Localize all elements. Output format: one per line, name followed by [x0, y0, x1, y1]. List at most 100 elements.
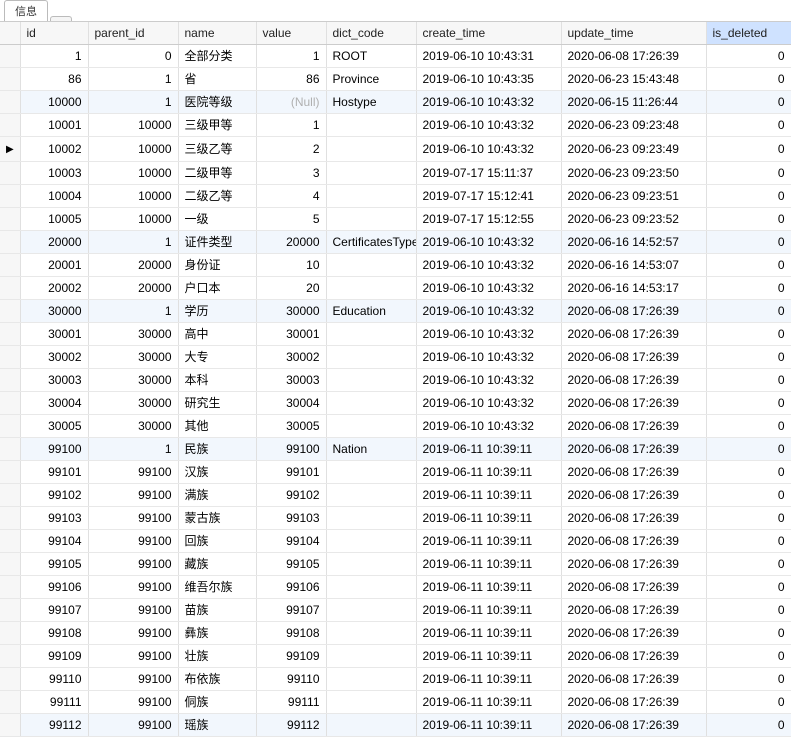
cell-name[interactable]: 布依族: [178, 668, 256, 691]
cell-value[interactable]: 2: [256, 137, 326, 162]
table-row[interactable]: 9910499100回族991042019-06-11 10:39:112020…: [0, 530, 791, 553]
cell-id[interactable]: 10001: [20, 114, 88, 137]
cell-is-deleted[interactable]: 0: [706, 461, 791, 484]
table-row[interactable]: 991001民族99100Nation2019-06-11 10:39:1120…: [0, 438, 791, 461]
cell-is-deleted[interactable]: 0: [706, 668, 791, 691]
cell-name[interactable]: 满族: [178, 484, 256, 507]
cell-update-time[interactable]: 2020-06-08 17:26:39: [561, 45, 706, 68]
cell-parent-id[interactable]: 10000: [88, 185, 178, 208]
cell-parent-id[interactable]: 1: [88, 438, 178, 461]
cell-is-deleted[interactable]: 0: [706, 438, 791, 461]
cell-update-time[interactable]: 2020-06-08 17:26:39: [561, 645, 706, 668]
cell-create-time[interactable]: 2019-06-10 10:43:32: [416, 231, 561, 254]
row-gutter[interactable]: [0, 277, 20, 300]
cell-parent-id[interactable]: 99100: [88, 576, 178, 599]
cell-dict-code[interactable]: [326, 208, 416, 231]
table-row[interactable]: 2000220000户口本202019-06-10 10:43:322020-0…: [0, 277, 791, 300]
cell-name[interactable]: 身份证: [178, 254, 256, 277]
row-gutter[interactable]: [0, 553, 20, 576]
cell-update-time[interactable]: 2020-06-08 17:26:39: [561, 668, 706, 691]
cell-parent-id[interactable]: 99100: [88, 530, 178, 553]
row-gutter[interactable]: [0, 300, 20, 323]
row-gutter[interactable]: [0, 254, 20, 277]
cell-parent-id[interactable]: 99100: [88, 553, 178, 576]
cell-update-time[interactable]: 2020-06-23 09:23:52: [561, 208, 706, 231]
row-gutter[interactable]: [0, 231, 20, 254]
cell-update-time[interactable]: 2020-06-08 17:26:39: [561, 300, 706, 323]
cell-is-deleted[interactable]: 0: [706, 553, 791, 576]
cell-parent-id[interactable]: 99100: [88, 484, 178, 507]
cell-value[interactable]: 99103: [256, 507, 326, 530]
cell-create-time[interactable]: 2019-06-11 10:39:11: [416, 461, 561, 484]
cell-name[interactable]: 大专: [178, 346, 256, 369]
cell-update-time[interactable]: 2020-06-23 09:23:48: [561, 114, 706, 137]
cell-value[interactable]: 30001: [256, 323, 326, 346]
cell-id[interactable]: 10004: [20, 185, 88, 208]
cell-id[interactable]: 20001: [20, 254, 88, 277]
cell-dict-code[interactable]: [326, 114, 416, 137]
cell-value[interactable]: 30000: [256, 300, 326, 323]
row-gutter[interactable]: [0, 484, 20, 507]
cell-is-deleted[interactable]: 0: [706, 323, 791, 346]
table-row[interactable]: 9910799100苗族991072019-06-11 10:39:112020…: [0, 599, 791, 622]
col-header-id[interactable]: id: [20, 22, 88, 45]
cell-parent-id[interactable]: 30000: [88, 346, 178, 369]
cell-update-time[interactable]: 2020-06-16 14:52:57: [561, 231, 706, 254]
cell-dict-code[interactable]: [326, 576, 416, 599]
cell-is-deleted[interactable]: 0: [706, 91, 791, 114]
cell-value[interactable]: 99108: [256, 622, 326, 645]
cell-id[interactable]: 20000: [20, 231, 88, 254]
cell-update-time[interactable]: 2020-06-08 17:26:39: [561, 576, 706, 599]
cell-update-time[interactable]: 2020-06-16 14:53:17: [561, 277, 706, 300]
cell-value[interactable]: 99105: [256, 553, 326, 576]
cell-is-deleted[interactable]: 0: [706, 45, 791, 68]
table-row[interactable]: 1000310000二级甲等32019-07-17 15:11:372020-0…: [0, 162, 791, 185]
cell-id[interactable]: 30003: [20, 369, 88, 392]
cell-is-deleted[interactable]: 0: [706, 208, 791, 231]
col-header-create-time[interactable]: create_time: [416, 22, 561, 45]
cell-dict-code[interactable]: [326, 645, 416, 668]
cell-update-time[interactable]: 2020-06-08 17:26:39: [561, 530, 706, 553]
cell-create-time[interactable]: 2019-06-11 10:39:11: [416, 438, 561, 461]
cell-name[interactable]: 回族: [178, 530, 256, 553]
table-row[interactable]: 300001学历30000Education2019-06-10 10:43:3…: [0, 300, 791, 323]
cell-is-deleted[interactable]: 0: [706, 137, 791, 162]
cell-update-time[interactable]: 2020-06-08 17:26:39: [561, 369, 706, 392]
cell-dict-code[interactable]: [326, 392, 416, 415]
cell-is-deleted[interactable]: 0: [706, 507, 791, 530]
cell-id[interactable]: 30004: [20, 392, 88, 415]
cell-update-time[interactable]: 2020-06-08 17:26:39: [561, 599, 706, 622]
cell-create-time[interactable]: 2019-06-10 10:43:31: [416, 45, 561, 68]
cell-is-deleted[interactable]: 0: [706, 714, 791, 737]
cell-create-time[interactable]: 2019-06-11 10:39:11: [416, 530, 561, 553]
cell-name[interactable]: 蒙古族: [178, 507, 256, 530]
cell-dict-code[interactable]: [326, 599, 416, 622]
cell-update-time[interactable]: 2020-06-08 17:26:39: [561, 438, 706, 461]
cell-parent-id[interactable]: 10000: [88, 208, 178, 231]
table-row[interactable]: 9910199100汉族991012019-06-11 10:39:112020…: [0, 461, 791, 484]
cell-update-time[interactable]: 2020-06-15 11:26:44: [561, 91, 706, 114]
cell-create-time[interactable]: 2019-06-10 10:43:32: [416, 346, 561, 369]
cell-id[interactable]: 30005: [20, 415, 88, 438]
cell-parent-id[interactable]: 99100: [88, 599, 178, 622]
cell-name[interactable]: 学历: [178, 300, 256, 323]
cell-value[interactable]: 3: [256, 162, 326, 185]
cell-name[interactable]: 高中: [178, 323, 256, 346]
col-header-update-time[interactable]: update_time: [561, 22, 706, 45]
cell-dict-code[interactable]: [326, 530, 416, 553]
cell-value[interactable]: 1: [256, 45, 326, 68]
cell-create-time[interactable]: 2019-06-11 10:39:11: [416, 599, 561, 622]
cell-is-deleted[interactable]: 0: [706, 346, 791, 369]
cell-value[interactable]: 99110: [256, 668, 326, 691]
cell-id[interactable]: 30002: [20, 346, 88, 369]
cell-update-time[interactable]: 2020-06-23 09:23:50: [561, 162, 706, 185]
cell-id[interactable]: 99105: [20, 553, 88, 576]
cell-name[interactable]: 一级: [178, 208, 256, 231]
cell-is-deleted[interactable]: 0: [706, 277, 791, 300]
cell-create-time[interactable]: 2019-06-11 10:39:11: [416, 622, 561, 645]
cell-update-time[interactable]: 2020-06-08 17:26:39: [561, 714, 706, 737]
cell-id[interactable]: 1: [20, 45, 88, 68]
cell-parent-id[interactable]: 99100: [88, 622, 178, 645]
tab-info[interactable]: 信息: [4, 0, 48, 21]
cell-value[interactable]: 99100: [256, 438, 326, 461]
